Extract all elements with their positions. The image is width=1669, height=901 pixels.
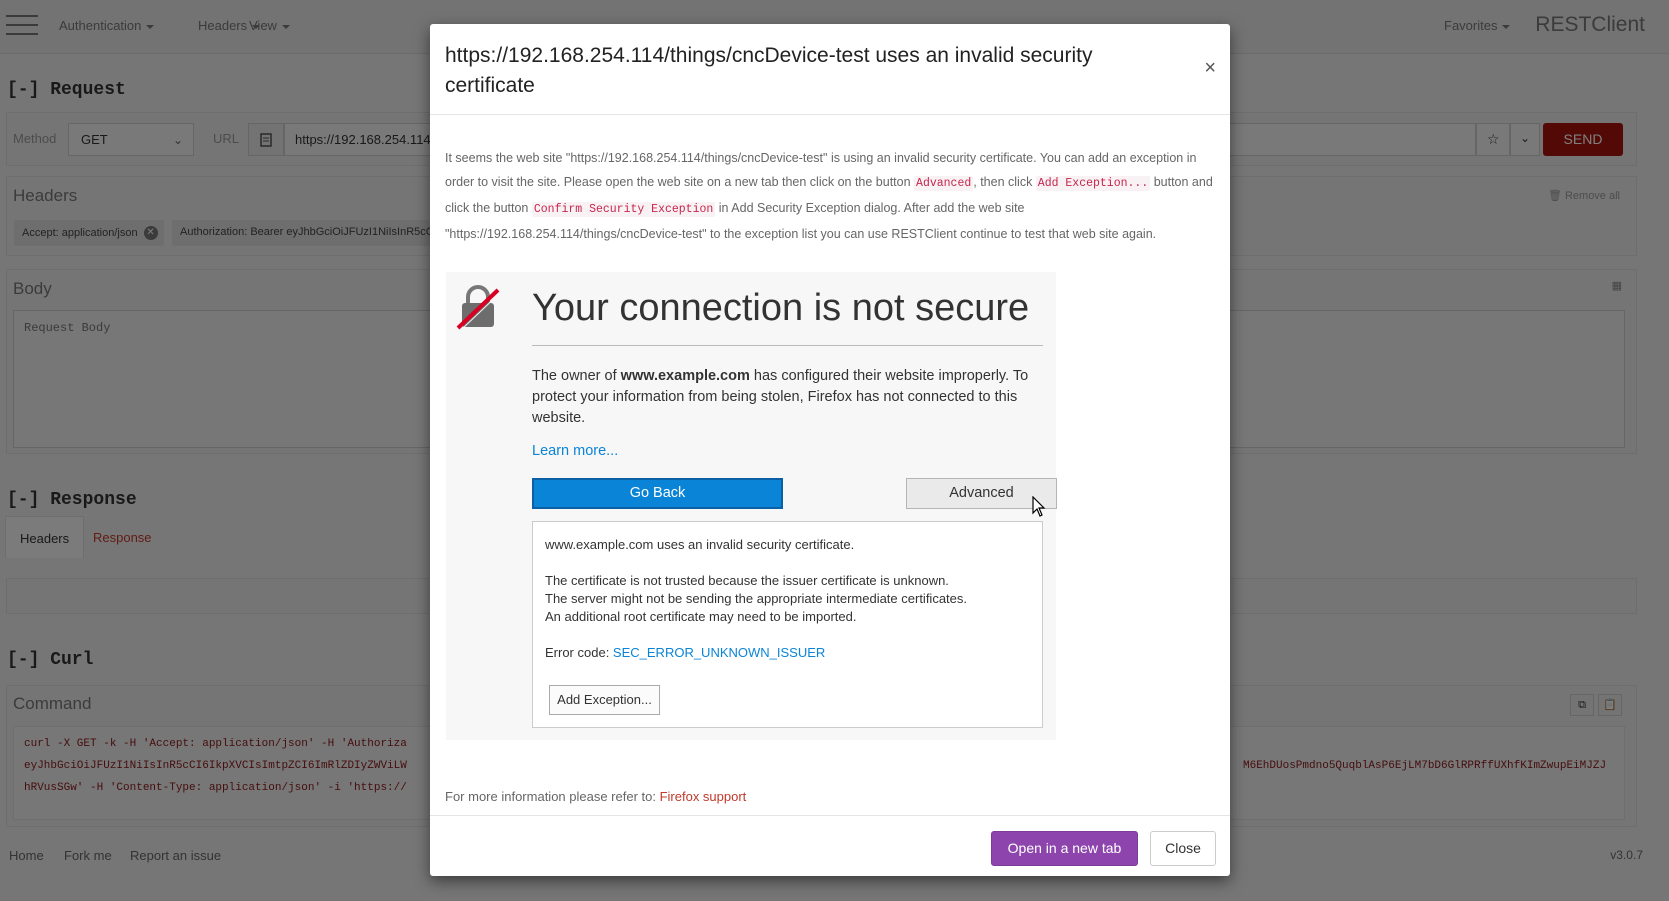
detail-line: An additional root certificate may need … [545, 609, 857, 624]
mouse-cursor-icon [1032, 496, 1046, 517]
detail-line: www.example.com uses an invalid security… [545, 537, 855, 552]
more-info-text: For more information please refer to: Fi… [445, 789, 746, 804]
more-info-label: For more information please refer to: [445, 789, 660, 804]
error-code-line: Error code: SEC_ERROR_UNKNOWN_ISSUER [545, 645, 825, 660]
keyword-add-exception: Add Exception... [1035, 176, 1151, 191]
modal-header: https://192.168.254.114/things/cncDevice… [430, 24, 1230, 115]
advanced-details-box: www.example.com uses an invalid security… [532, 521, 1043, 728]
intro-part: , then click [973, 175, 1036, 189]
firefox-error-description: The owner of www.example.com has configu… [532, 366, 1042, 429]
divider [532, 345, 1043, 346]
detail-line: The certificate is not trusted because t… [545, 573, 949, 588]
modal-title: https://192.168.254.114/things/cncDevice… [445, 44, 1093, 97]
invalid-certificate-dialog: https://192.168.254.114/things/cncDevice… [430, 24, 1230, 876]
error-code-label: Error code: [545, 645, 613, 660]
close-button[interactable]: Close [1150, 831, 1216, 866]
description-part: The owner of [532, 368, 621, 384]
firefox-support-link[interactable]: Firefox support [660, 789, 747, 804]
error-code-value: SEC_ERROR_UNKNOWN_ISSUER [612, 645, 826, 660]
modal-intro-text: It seems the web site "https://192.168.2… [445, 146, 1215, 246]
open-in-new-tab-button[interactable]: Open in a new tab [991, 831, 1138, 866]
firefox-error-screenshot: Your connection is not secure The owner … [446, 272, 1057, 740]
modal-footer: Open in a new tab Close [430, 815, 1230, 876]
firefox-error-title: Your connection is not secure [532, 287, 1030, 329]
keyword-advanced: Advanced [914, 176, 974, 191]
keyword-confirm-security-exception: Confirm Security Exception [531, 202, 716, 217]
learn-more-link: Learn more... [532, 443, 619, 459]
domain-name: www.example.com [620, 368, 750, 384]
go-back-button: Go Back [532, 478, 783, 509]
detail-line: The server might not be sending the appr… [545, 591, 968, 606]
add-exception-button: Add Exception... [549, 685, 660, 715]
close-icon[interactable]: × [1204, 58, 1216, 78]
broken-lock-icon [456, 285, 500, 330]
